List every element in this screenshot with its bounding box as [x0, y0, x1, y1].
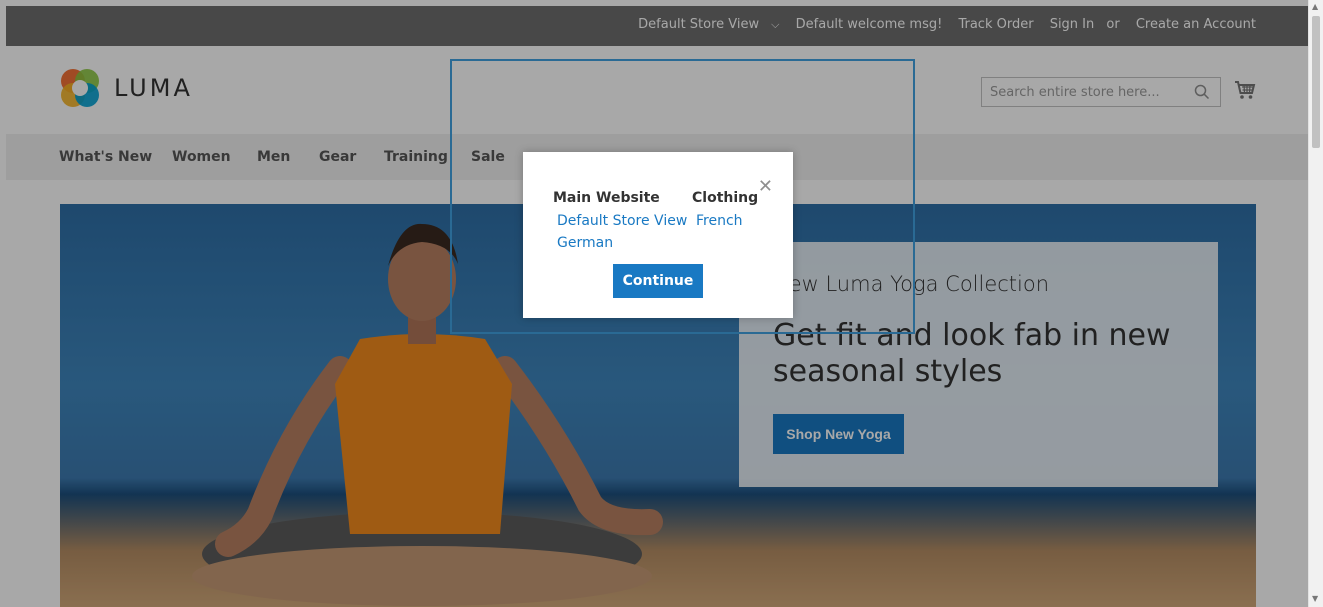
continue-button[interactable]: Continue	[613, 264, 703, 298]
scroll-up-icon[interactable]: ▲	[1312, 2, 1318, 11]
scroll-down-icon[interactable]: ▼	[1312, 594, 1318, 603]
vertical-scrollbar[interactable]: ▲ ▼	[1308, 0, 1323, 607]
store-selector-modal: ✕ Main Website Default Store View German…	[523, 152, 793, 318]
store-link-default[interactable]: Default Store View	[557, 210, 687, 232]
close-icon[interactable]: ✕	[758, 178, 773, 196]
clothing-heading: Clothing	[692, 190, 759, 206]
store-link-german[interactable]: German	[557, 232, 687, 254]
scrollbar-thumb[interactable]	[1312, 16, 1320, 148]
website-column-clothing: Clothing French	[692, 190, 758, 232]
store-link-french[interactable]: French	[696, 210, 758, 232]
website-column-main: Main Website Default Store View German	[553, 190, 687, 254]
website-heading: Main Website	[553, 190, 660, 206]
